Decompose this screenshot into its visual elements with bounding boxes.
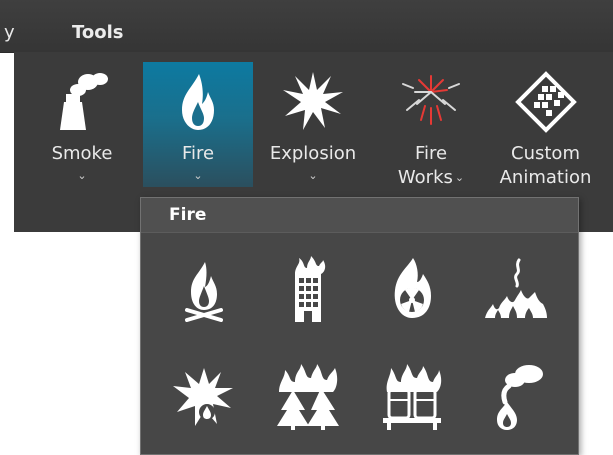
- custom-animation-button[interactable]: Custom Animation: [488, 62, 603, 190]
- explosion-label: Explosion: [269, 143, 357, 164]
- fire-button[interactable]: Fire ⌄: [143, 62, 253, 187]
- gallery-item-explosion-fire[interactable]: [169, 362, 239, 432]
- custom-animation-icon: [514, 71, 577, 133]
- fire-icon: [182, 74, 214, 130]
- fire-dropdown: Fire: [140, 197, 579, 455]
- menu-item-tools[interactable]: Tools: [72, 22, 124, 43]
- gallery-item-forest-fire[interactable]: [273, 362, 343, 432]
- smoke-label: Smoke: [51, 143, 113, 164]
- menu-item-partial[interactable]: y: [4, 22, 15, 43]
- fireworks-chevron-down-icon[interactable]: ⌄: [455, 171, 464, 184]
- fireworks-label-line2: Works: [397, 167, 453, 188]
- custom-animation-label-line1: Custom: [511, 143, 580, 164]
- burning-barrels-icon: [383, 364, 442, 430]
- smoke-button[interactable]: Smoke ⌄: [42, 62, 122, 187]
- fireworks-label-line1: Fire: [414, 143, 448, 164]
- explosion-fire-icon: [173, 368, 233, 426]
- fireworks-button[interactable]: Fire Works ⌄: [386, 62, 476, 190]
- explosion-chevron-down-icon[interactable]: ⌄: [262, 170, 364, 182]
- gallery-item-ground-fire[interactable]: [481, 256, 551, 326]
- burning-building-icon: [295, 256, 326, 322]
- smoke-chevron-down-icon[interactable]: ⌄: [42, 170, 122, 182]
- fireworks-icon: [402, 75, 460, 125]
- custom-animation-label-line2: Animation: [499, 167, 592, 188]
- forest-fire-icon: [277, 364, 339, 430]
- gallery-item-fire-radiation[interactable]: [377, 256, 447, 326]
- explosion-button[interactable]: Explosion ⌄: [262, 62, 364, 187]
- campfire-icon: [185, 262, 223, 322]
- fireworks-label: Fire Works ⌄: [386, 142, 476, 190]
- ground-fire-icon: [485, 258, 547, 318]
- gallery-item-burning-barrels[interactable]: [377, 362, 447, 432]
- menu-bar: y Tools: [0, 0, 613, 53]
- fire-label: Fire: [181, 143, 215, 164]
- smoke-fire-icon: [497, 365, 543, 430]
- gallery-item-campfire[interactable]: [169, 256, 239, 326]
- explosion-icon: [283, 72, 343, 130]
- gallery-item-burning-building[interactable]: [273, 256, 343, 326]
- gallery-item-smoke-fire[interactable]: [481, 362, 551, 432]
- custom-animation-label: Custom Animation: [488, 142, 603, 190]
- fire-radiation-icon: [394, 258, 431, 318]
- fire-chevron-down-icon[interactable]: ⌄: [143, 170, 253, 182]
- smoke-stack-icon: [60, 73, 108, 130]
- dropdown-title: Fire: [141, 198, 578, 233]
